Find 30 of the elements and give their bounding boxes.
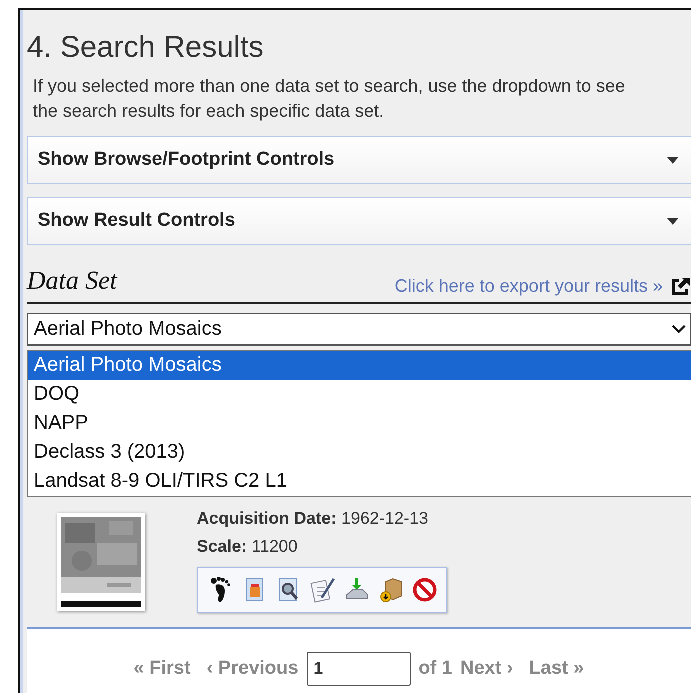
dropdown-option[interactable]: Declass 3 (2013)	[28, 438, 691, 467]
caret-icon	[667, 218, 679, 224]
prohibited-icon[interactable]	[412, 576, 438, 604]
next-page-link[interactable]: Next ›	[460, 654, 514, 684]
result-field: Acquisition Date: 1962-12-13	[197, 505, 447, 533]
section-title: 4. Search Results	[27, 30, 265, 66]
dataset-select[interactable]: Aerial Photo Mosaics	[27, 313, 691, 345]
dropdown-option[interactable]: Landsat 8-9 OLI/TIRS C2 L1	[28, 467, 691, 496]
dataset-heading: Data Set	[27, 265, 118, 297]
dropdown-option[interactable]: DOQ	[28, 380, 691, 409]
page-count: of 1	[418, 656, 452, 681]
page-input[interactable]: 1	[306, 652, 411, 686]
collapsible-panel-header[interactable]: Show Result Controls	[27, 197, 691, 245]
chevron-down-icon	[672, 324, 686, 334]
dropdown-option[interactable]: Aerial Photo Mosaics	[28, 351, 691, 380]
package-icon[interactable]	[378, 576, 404, 604]
caret-icon	[667, 156, 679, 164]
external-link-icon[interactable]	[671, 276, 691, 296]
export-link[interactable]: Click here to export your results »	[394, 273, 663, 300]
document-pen-icon[interactable]	[310, 576, 336, 604]
result-field: Scale: 11200	[197, 533, 447, 561]
previous-page-link[interactable]: ‹ Previous	[206, 654, 299, 684]
last-page-link[interactable]: Last »	[529, 654, 584, 684]
panel-title: Show Result Controls	[38, 208, 236, 233]
panel-title: Show Browse/Footprint Controls	[38, 148, 335, 172]
select-value: Aerial Photo Mosaics	[34, 317, 222, 342]
collapsible-panel-header[interactable]: Show Browse/Footprint Controls	[27, 136, 691, 184]
instructions-text: If you selected more than one data set to search, use the dropdown to see the search results for each specific data set.	[32, 75, 626, 123]
dropdown-option[interactable]: NAPP	[28, 409, 691, 438]
first-page-link[interactable]: « First	[134, 654, 191, 684]
